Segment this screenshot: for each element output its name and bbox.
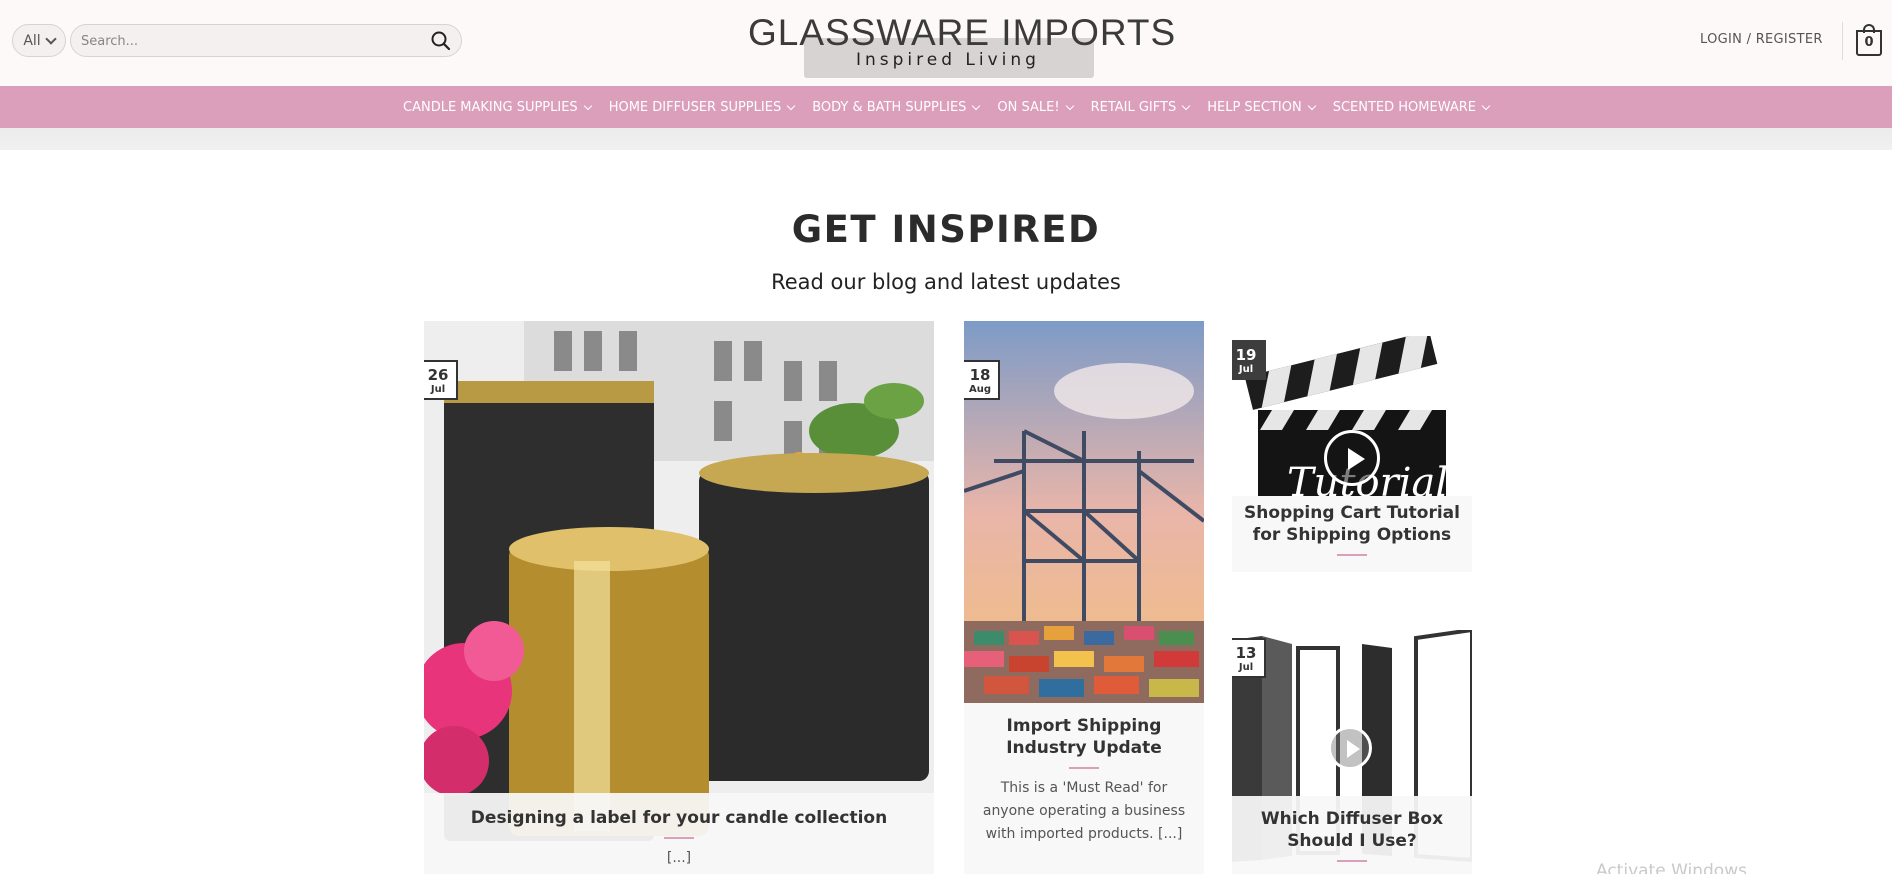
logo-tagline: Inspired Living bbox=[856, 50, 1040, 70]
shipping-port-photo bbox=[964, 321, 1204, 703]
date-month: Jul bbox=[1238, 662, 1254, 673]
date-day: 18 bbox=[969, 366, 991, 384]
nav-item-label: HOME DIFFUSER SUPPLIES bbox=[608, 99, 782, 115]
date-badge: 26 Jul bbox=[424, 360, 458, 400]
post-caption: Import Shipping Industry Update This is … bbox=[964, 703, 1204, 874]
chevron-down-icon bbox=[786, 101, 796, 110]
blog-card-shipping-update[interactable]: 18 Aug Import Shipping Industry Update T… bbox=[964, 321, 1204, 874]
post-title[interactable]: Designing a label for your candle collec… bbox=[424, 807, 934, 829]
nav-item-label: BODY & BATH SUPPLIES bbox=[812, 99, 967, 115]
nav-item-label: RETAIL GIFTS bbox=[1090, 99, 1177, 115]
section-title: GET INSPIRED bbox=[791, 208, 1101, 251]
date-month: Jul bbox=[430, 384, 446, 395]
date-badge: 13 Jul bbox=[1232, 638, 1266, 678]
date-day: 19 bbox=[1235, 346, 1257, 364]
blog-card-cart-tutorial[interactable]: Tutorial 19 Jul Shopping Cart Tutorial f… bbox=[1232, 336, 1472, 572]
search-button[interactable] bbox=[429, 30, 453, 52]
nav-item-label: SCENTED HOMEWARE bbox=[1332, 99, 1476, 115]
chevron-down-icon bbox=[1307, 101, 1316, 110]
nav-item-label: ON SALE! bbox=[997, 99, 1060, 115]
blog-card-candle-label[interactable]: 26 Jul Designing a label for your candle… bbox=[424, 321, 934, 874]
post-caption: Designing a label for your candle collec… bbox=[424, 793, 934, 874]
search-input[interactable] bbox=[81, 31, 401, 51]
main-nav: CANDLE MAKING SUPPLIES HOME DIFFUSER SUP… bbox=[0, 86, 1892, 128]
date-day: 13 bbox=[1235, 644, 1257, 662]
site-header: All GLASSWARE IMPORTS Inspired Living LO… bbox=[0, 0, 1892, 86]
nav-item-retail-gifts[interactable]: RETAIL GIFTS bbox=[1082, 100, 1199, 115]
date-badge: 19 Jul bbox=[1232, 340, 1266, 380]
login-register-link[interactable]: LOGIN / REGISTER bbox=[1700, 32, 1823, 47]
post-title[interactable]: Shopping Cart Tutorial for Shipping Opti… bbox=[1242, 502, 1462, 546]
accent-divider bbox=[664, 837, 694, 839]
activate-windows-watermark: Activate Windows bbox=[1596, 861, 1747, 874]
cart-button[interactable]: 0 bbox=[1856, 24, 1884, 56]
category-select[interactable]: All bbox=[12, 24, 66, 57]
date-day: 26 bbox=[427, 366, 449, 384]
play-icon bbox=[1348, 448, 1365, 470]
blog-card-diffuser-box[interactable]: 13 Jul Which Diffuser Box Should I Use? bbox=[1232, 630, 1472, 874]
date-month: Aug bbox=[968, 384, 992, 395]
nav-item-label: HELP SECTION bbox=[1207, 99, 1302, 115]
post-title[interactable]: Import Shipping Industry Update bbox=[978, 715, 1190, 759]
search-icon bbox=[431, 31, 451, 51]
nav-item-label: CANDLE MAKING SUPPLIES bbox=[403, 99, 578, 115]
post-title[interactable]: Which Diffuser Box Should I Use? bbox=[1242, 808, 1462, 852]
play-button[interactable] bbox=[1328, 726, 1372, 770]
search-box bbox=[70, 24, 462, 57]
date-month: Jul bbox=[1238, 364, 1254, 375]
header-divider bbox=[1842, 22, 1843, 60]
category-select-value: All bbox=[23, 32, 41, 49]
site-logo[interactable]: GLASSWARE IMPORTS Inspired Living bbox=[748, 8, 1177, 78]
nav-item-home-diffuser[interactable]: HOME DIFFUSER SUPPLIES bbox=[600, 100, 804, 115]
post-excerpt: [...] bbox=[666, 850, 692, 866]
nav-item-body-bath[interactable]: BODY & BATH SUPPLIES bbox=[803, 100, 988, 115]
chevron-down-icon bbox=[583, 101, 592, 110]
cart-icon: 0 bbox=[1856, 30, 1882, 56]
post-caption: Which Diffuser Box Should I Use? bbox=[1232, 796, 1472, 874]
post-caption: Shopping Cart Tutorial for Shipping Opti… bbox=[1232, 496, 1472, 572]
chevron-down-icon bbox=[972, 101, 981, 110]
nav-shadow-band bbox=[0, 128, 1892, 150]
chevron-down-icon bbox=[1065, 101, 1074, 110]
section-subtitle: Read our blog and latest updates bbox=[771, 270, 1121, 294]
candle-jars-photo bbox=[424, 321, 934, 874]
play-button[interactable] bbox=[1324, 430, 1380, 486]
play-icon bbox=[1347, 740, 1360, 758]
chevron-down-icon bbox=[1181, 101, 1191, 110]
nav-item-candle-making[interactable]: CANDLE MAKING SUPPLIES bbox=[394, 100, 600, 115]
chevron-down-icon bbox=[45, 32, 57, 45]
nav-item-help-section[interactable]: HELP SECTION bbox=[1198, 100, 1323, 115]
accent-divider bbox=[1337, 554, 1367, 556]
post-excerpt: This is a 'Must Read' for anyone operati… bbox=[982, 780, 1186, 842]
logo-title: GLASSWARE IMPORTS bbox=[748, 12, 1177, 53]
cart-count: 0 bbox=[1864, 35, 1874, 50]
chevron-down-icon bbox=[1481, 101, 1491, 110]
accent-divider bbox=[1337, 860, 1367, 862]
nav-item-on-sale[interactable]: ON SALE! bbox=[988, 100, 1081, 115]
nav-item-scented-homeware[interactable]: SCENTED HOMEWARE bbox=[1324, 100, 1498, 115]
date-badge: 18 Aug bbox=[964, 360, 1000, 400]
accent-divider bbox=[1069, 767, 1099, 769]
